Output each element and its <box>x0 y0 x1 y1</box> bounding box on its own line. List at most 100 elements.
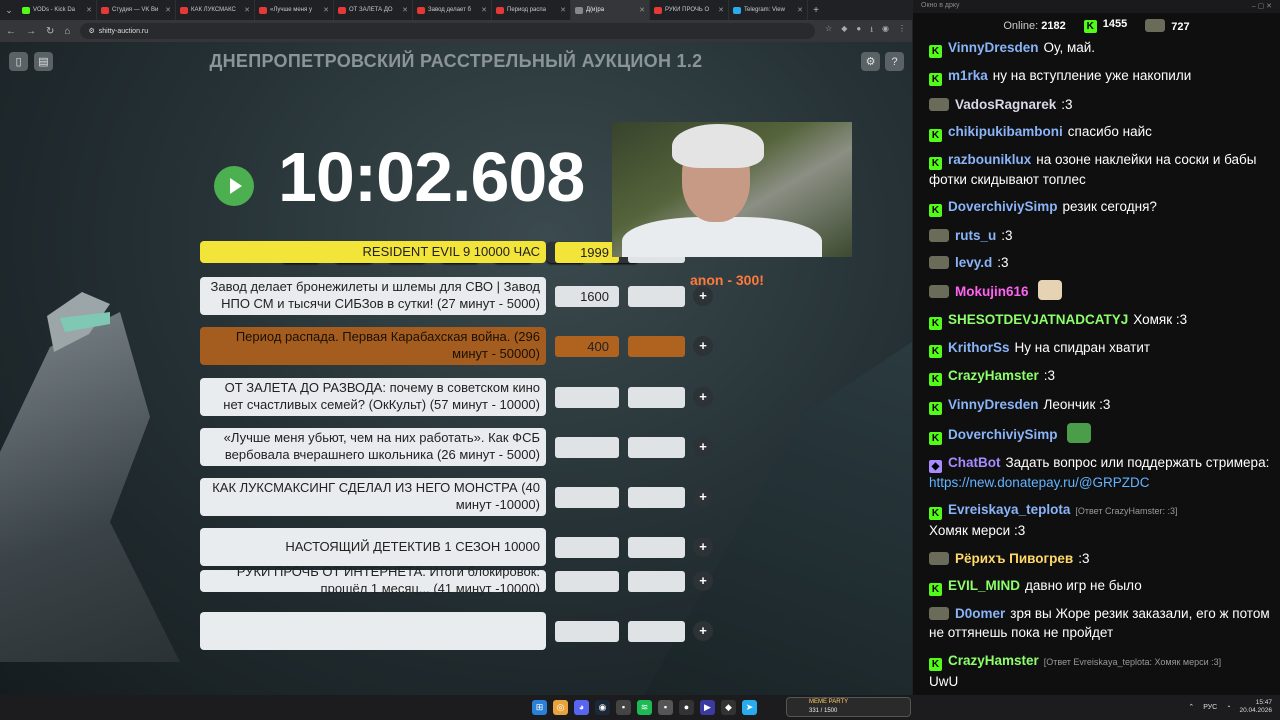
meme-party-widget[interactable]: MEME PARTY 331 / 1500 <box>786 697 911 717</box>
tab-close-icon[interactable]: ✕ <box>165 6 171 14</box>
chat-username[interactable]: ChatBot <box>948 455 1001 470</box>
browser-tab[interactable]: Завод делает б ✕ <box>413 0 492 20</box>
chat-username[interactable]: VadosRagnarek <box>955 97 1056 112</box>
add-amount-button[interactable]: + <box>693 336 713 356</box>
network-icon[interactable]: ◔ <box>1226 704 1230 711</box>
language-indicator[interactable]: РУС <box>1203 704 1217 711</box>
lot-add-amount-field[interactable] <box>628 335 685 357</box>
browser-tab[interactable]: РУКИ ПРОЧЬ О ✕ <box>650 0 729 20</box>
add-amount-button[interactable]: + <box>693 537 713 557</box>
tab-close-icon[interactable]: ✕ <box>639 6 645 14</box>
chat-username[interactable]: VinnyDresden <box>948 397 1039 412</box>
tab-close-icon[interactable]: ✕ <box>323 6 329 14</box>
steam-icon[interactable]: ◉ <box>595 700 610 715</box>
lot-amount-field[interactable] <box>555 436 619 458</box>
chat-username[interactable]: ruts_u <box>955 228 996 243</box>
sidebar-toggle-button[interactable]: ▯ <box>9 52 28 71</box>
chat-username[interactable]: D0omer <box>955 606 1005 621</box>
bookmark-star-icon[interactable]: ☆ <box>825 24 832 38</box>
start-icon[interactable]: ⊞ <box>532 700 547 715</box>
home-icon[interactable]: ⌂ <box>64 26 70 37</box>
app-icon[interactable]: ▶ <box>700 700 715 715</box>
lot-name-field[interactable]: РУКИ ПРОЧЬ ОТ ИНТЕРНЕТА. Итоги блокирово… <box>200 564 546 596</box>
chat-reply-reference[interactable]: [Ответ Evreiskaya_teplota: Хомяк мерси :… <box>1044 657 1221 667</box>
lot-name-field[interactable]: ОТ ЗАЛЕТА ДО РАЗВОДА: почему в советском… <box>200 378 546 416</box>
menu-icon[interactable]: ⋮ <box>898 24 906 38</box>
lot-add-amount-field[interactable] <box>628 436 685 458</box>
browser-tab[interactable]: Студия — VK Ви ✕ <box>97 0 176 20</box>
play-button[interactable] <box>214 166 254 206</box>
reload-icon[interactable]: ↻ <box>46 26 54 37</box>
lot-add-amount-field[interactable] <box>628 620 685 642</box>
app-icon[interactable]: ◆ <box>721 700 736 715</box>
tab-close-icon[interactable]: ✕ <box>797 6 803 14</box>
tab-close-icon[interactable]: ✕ <box>86 6 92 14</box>
lot-add-amount-field[interactable] <box>628 285 685 307</box>
app-icon[interactable]: ▪ <box>616 700 631 715</box>
lot-name-field[interactable]: RESIDENT EVIL 9 10000 ЧАС <box>200 241 546 263</box>
tab-close-icon[interactable]: ✕ <box>718 6 724 14</box>
lot-name-field[interactable]: НАСТОЯЩИЙ ДЕТЕКТИВ 1 СЕЗОН 10000 <box>200 528 546 566</box>
chat-username[interactable]: m1rka <box>948 68 988 83</box>
chat-username[interactable]: chikipukibamboni <box>948 124 1063 139</box>
chrome-icon[interactable]: ◎ <box>553 700 568 715</box>
site-info-icon[interactable]: ⚙ <box>88 27 94 35</box>
tab-search-icon[interactable]: ⌄ <box>0 0 18 20</box>
chat-username[interactable]: VinnyDresden <box>948 40 1039 55</box>
settings-icon[interactable]: ⚙ <box>861 52 880 71</box>
lot-amount-field[interactable] <box>555 620 619 642</box>
lot-amount-field[interactable]: 1600 <box>555 285 619 307</box>
lot-add-amount-field[interactable] <box>628 536 685 558</box>
add-amount-button[interactable]: + <box>693 487 713 507</box>
lot-name-field[interactable]: КАК ЛУКСМАКСИНГ СДЕЛАЛ ИЗ НЕГО МОНСТРА (… <box>200 478 546 516</box>
tray-chevron-icon[interactable]: ⌃ <box>1188 703 1194 711</box>
lot-amount-field[interactable]: 1999 <box>555 241 619 263</box>
lot-amount-field[interactable]: 400 <box>555 335 619 357</box>
chat-username[interactable]: Evreiskaya_teplota <box>948 502 1070 517</box>
tab-close-icon[interactable]: ✕ <box>560 6 566 14</box>
profile-icon[interactable]: ◉ <box>882 24 889 38</box>
tab-close-icon[interactable]: ✕ <box>402 6 408 14</box>
url-field[interactable]: ⚙ shitty-auction.ru <box>80 23 816 39</box>
app-icon[interactable]: ▪ <box>658 700 673 715</box>
clock[interactable]: 15:47 20.04.2026 <box>1239 699 1272 715</box>
add-amount-button[interactable]: + <box>693 286 713 306</box>
chat-username[interactable]: razbouniklux <box>948 152 1031 167</box>
obs-icon[interactable]: ● <box>679 700 694 715</box>
help-icon[interactable]: ? <box>885 52 904 71</box>
browser-tab[interactable]: VODs - Kick Da ✕ <box>18 0 97 20</box>
back-icon[interactable]: ← <box>6 26 16 37</box>
add-amount-button[interactable]: + <box>693 387 713 407</box>
lot-add-amount-field[interactable] <box>628 486 685 508</box>
new-tab-button[interactable]: + <box>808 5 824 16</box>
lot-amount-field[interactable] <box>555 570 619 592</box>
save-icon[interactable]: ▤ <box>34 52 53 71</box>
browser-tab[interactable]: Telegram: View ✕ <box>729 0 808 20</box>
chat-username[interactable]: DoverchiviySimp <box>948 199 1058 214</box>
browser-tab[interactable]: КАК ЛУКСМАКС ✕ <box>176 0 255 20</box>
tab-close-icon[interactable]: ✕ <box>481 6 487 14</box>
chat-reply-reference[interactable]: [Ответ CrazyHamster: :3] <box>1075 506 1177 516</box>
tab-close-icon[interactable]: ✕ <box>244 6 250 14</box>
browser-tab[interactable]: «Лучше меня у ✕ <box>255 0 334 20</box>
add-amount-button[interactable]: + <box>693 437 713 457</box>
browser-tab[interactable]: Период распа ✕ <box>492 0 571 20</box>
extension-icon[interactable]: ● <box>856 24 861 38</box>
chat-username[interactable]: SHESOTDEVJATNADCATYJ <box>948 312 1128 327</box>
forward-icon[interactable]: → <box>26 26 36 37</box>
chat-username[interactable]: levy.d <box>955 255 992 270</box>
browser-tab[interactable]: Д(и)ра ✕ <box>571 0 650 20</box>
chat-username[interactable]: DoverchiviySimp <box>948 427 1058 442</box>
chat-username[interactable]: Рёрихъ Пивогрев <box>955 551 1073 566</box>
chat-username[interactable]: EVIL_MIND <box>948 578 1020 593</box>
chat-username[interactable]: CrazyHamster <box>948 368 1039 383</box>
lot-amount-field[interactable] <box>555 386 619 408</box>
extension-icon[interactable]: ◆ <box>841 24 847 38</box>
discord-icon[interactable]: ◕ <box>574 700 589 715</box>
lot-name-field[interactable]: Период распада. Первая Карабахская война… <box>200 327 546 365</box>
chat-link[interactable]: https://new.donatepay.ru/@GRPZDC <box>929 475 1150 490</box>
add-amount-button[interactable]: + <box>693 621 713 641</box>
downloads-icon[interactable]: ⭳ <box>870 24 873 38</box>
lot-name-field[interactable]: «Лучше меня убьют, чем на них работать».… <box>200 428 546 466</box>
add-amount-button[interactable]: + <box>693 571 713 591</box>
